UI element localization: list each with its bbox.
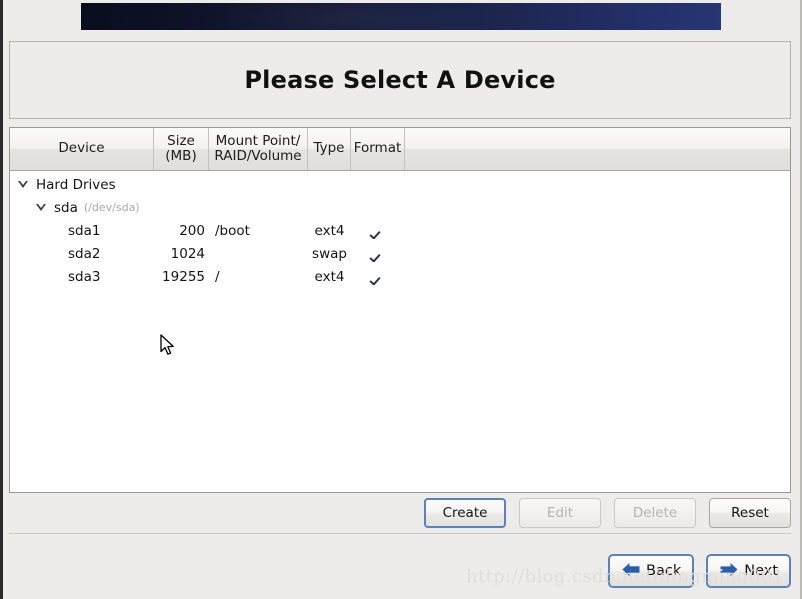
column-header-filler bbox=[405, 128, 790, 170]
page-title: Please Select A Device bbox=[244, 66, 556, 94]
row-size-cell: 19255 bbox=[162, 268, 205, 285]
device-table-body: Hard Drives sda (/dev/sda) sda1 200 /boo… bbox=[10, 171, 790, 492]
window-frame-left-edge bbox=[0, 0, 3, 599]
footer-divider bbox=[9, 533, 791, 534]
device-list-panel[interactable]: Device Size (MB) Mount Point/ RAID/Volum… bbox=[9, 127, 791, 493]
column-header-size-label-line1: Size bbox=[167, 132, 195, 149]
row-device-cell: sda3 bbox=[10, 269, 154, 285]
device-table-header: Device Size (MB) Mount Point/ RAID/Volum… bbox=[10, 128, 790, 171]
check-icon bbox=[371, 270, 385, 284]
action-button-row: Create Edit Delete Reset bbox=[9, 497, 791, 528]
edit-button: Edit bbox=[519, 497, 601, 528]
next-button[interactable]: Next bbox=[706, 554, 791, 588]
row-device-cell: sda2 bbox=[10, 246, 154, 262]
row-size-cell: 1024 bbox=[170, 245, 205, 262]
row-device-cell: sda1 bbox=[10, 223, 154, 239]
arrow-right-icon bbox=[719, 562, 739, 581]
column-header-type-label: Type bbox=[313, 140, 345, 157]
row-type-cell: ext4 bbox=[314, 222, 345, 239]
installer-banner bbox=[81, 0, 721, 44]
back-button[interactable]: Back bbox=[608, 554, 695, 588]
check-icon bbox=[371, 247, 385, 261]
row-format-cell bbox=[351, 223, 405, 239]
column-header-device-label: Device bbox=[58, 140, 105, 157]
title-panel: Please Select A Device bbox=[9, 41, 791, 119]
row-device-label: sda1 bbox=[68, 222, 101, 239]
column-header-format-label: Format bbox=[353, 140, 402, 157]
table-row[interactable]: sda3 19255 / ext4 bbox=[10, 265, 790, 288]
row-type-cell: ext4 bbox=[314, 268, 345, 285]
row-mount-cell: / bbox=[215, 268, 220, 285]
arrow-left-icon bbox=[621, 562, 641, 581]
row-device-label: sda2 bbox=[68, 245, 101, 262]
column-header-size[interactable]: Size (MB) bbox=[154, 128, 209, 170]
chevron-down-icon[interactable] bbox=[36, 204, 47, 211]
column-header-size-label-line2: (MB) bbox=[165, 148, 197, 164]
table-row[interactable]: sda (/dev/sda) bbox=[10, 196, 790, 219]
delete-button: Delete bbox=[614, 497, 696, 528]
row-device-label: sda bbox=[54, 199, 78, 216]
chevron-down-icon[interactable] bbox=[18, 181, 29, 188]
column-header-type[interactable]: Type bbox=[308, 128, 351, 170]
row-device-cell: Hard Drives bbox=[10, 177, 154, 193]
row-device-path: (/dev/sda) bbox=[83, 201, 140, 214]
column-header-mount-point[interactable]: Mount Point/ RAID/Volume bbox=[209, 128, 308, 170]
check-icon bbox=[371, 224, 385, 238]
row-device-label: sda3 bbox=[68, 268, 101, 285]
row-mount-cell: /boot bbox=[215, 222, 250, 239]
table-row[interactable]: Hard Drives bbox=[10, 171, 790, 196]
column-header-mount-label-line1: Mount Point/ bbox=[215, 132, 301, 149]
next-button-label: Next bbox=[744, 563, 778, 579]
row-device-cell: sda (/dev/sda) bbox=[10, 200, 154, 216]
reset-button[interactable]: Reset bbox=[709, 497, 791, 528]
row-format-cell bbox=[351, 269, 405, 285]
table-row[interactable]: sda1 200 /boot ext4 bbox=[10, 219, 790, 242]
back-button-label: Back bbox=[646, 563, 682, 579]
row-size-cell: 200 bbox=[179, 222, 205, 239]
column-header-format[interactable]: Format bbox=[351, 128, 405, 170]
navigation-button-row: Back Next bbox=[9, 553, 791, 589]
row-type-cell: swap bbox=[312, 245, 347, 262]
row-device-label: Hard Drives bbox=[36, 176, 116, 193]
row-format-cell bbox=[351, 246, 405, 262]
create-button[interactable]: Create bbox=[424, 497, 506, 528]
column-header-mount-label-line2: RAID/Volume bbox=[214, 148, 302, 164]
column-header-device[interactable]: Device bbox=[10, 128, 154, 170]
table-row[interactable]: sda2 1024 swap bbox=[10, 242, 790, 265]
